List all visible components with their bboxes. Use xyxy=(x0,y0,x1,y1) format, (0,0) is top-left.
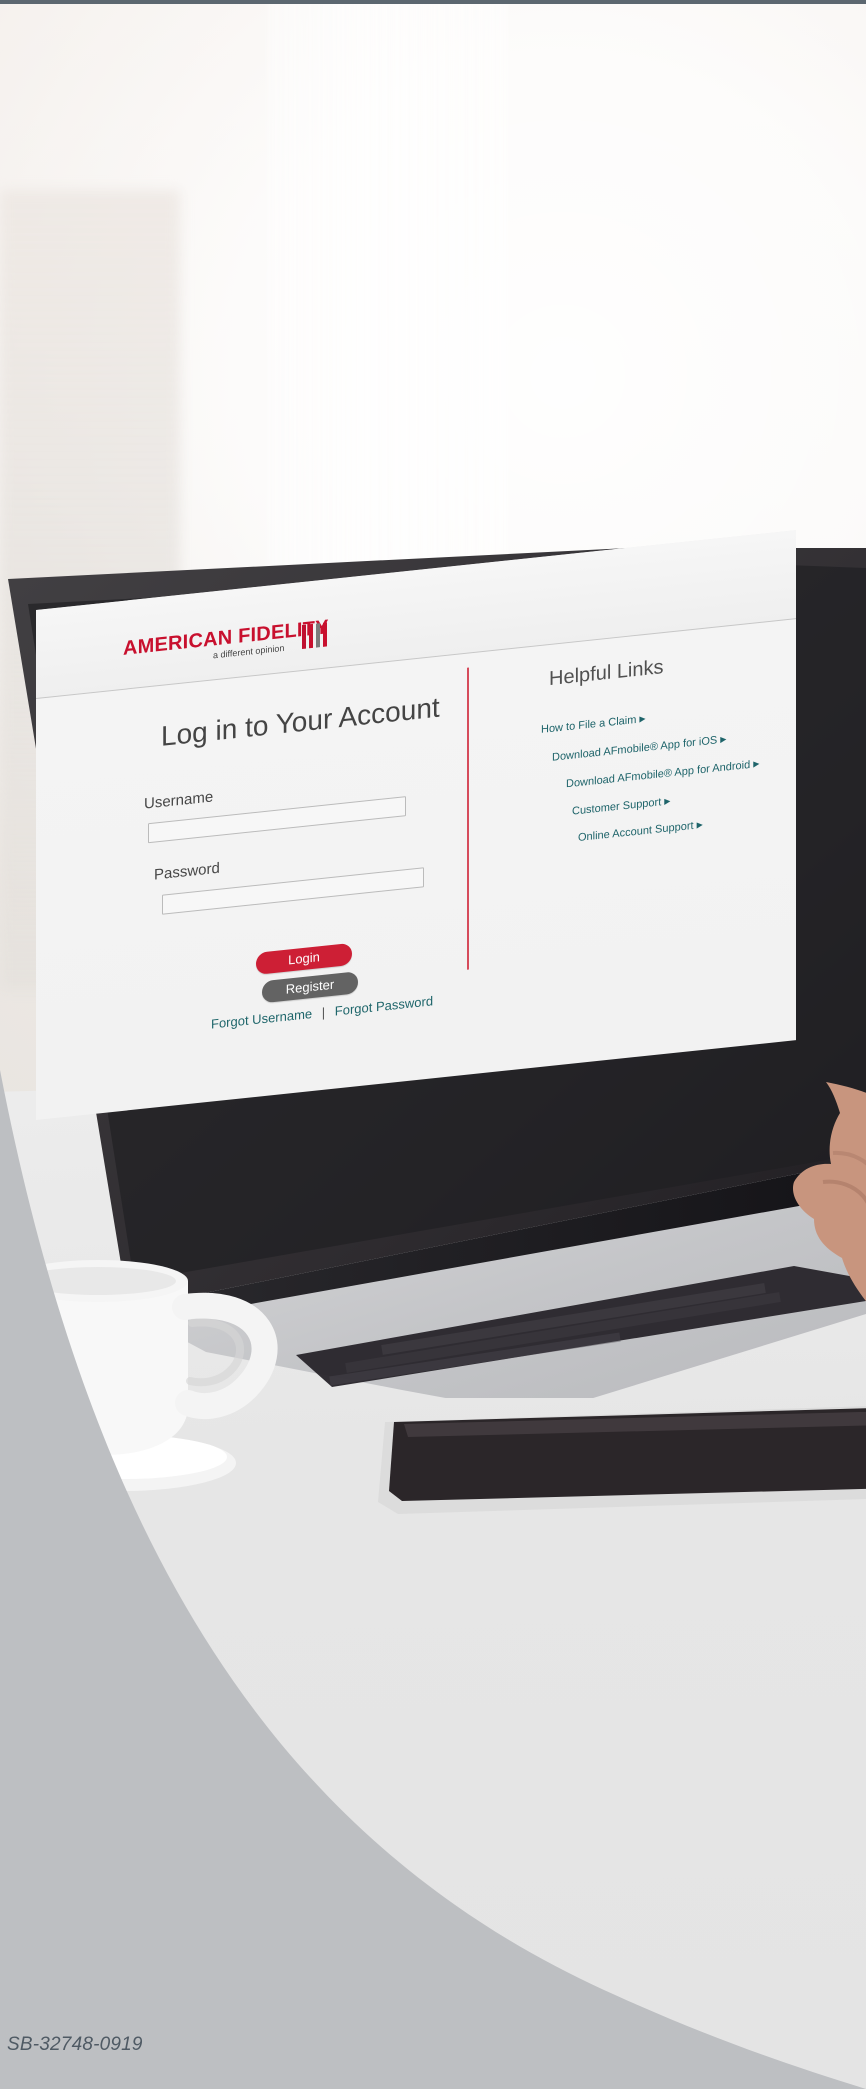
helpful-link-customer-support[interactable]: Customer Support ▶ xyxy=(572,795,670,817)
forgot-separator: | xyxy=(321,1004,326,1020)
document-code: SB-32748-0919 xyxy=(7,2034,143,2055)
forgot-password-link[interactable]: Forgot Password xyxy=(335,993,433,1018)
login-title: Log in to Your Account xyxy=(161,691,440,752)
forgot-username-link[interactable]: Forgot Username xyxy=(211,1006,312,1032)
helpful-links-title: Helpful Links xyxy=(549,656,664,691)
logo-stripe xyxy=(309,623,313,649)
helpful-link-label: Online Account Support xyxy=(578,819,694,845)
helpful-links-list: How to File a Claim ▶ Download AFmobile® … xyxy=(541,699,781,844)
login-button[interactable]: Login xyxy=(256,942,352,975)
arrow-right-icon: ▶ xyxy=(664,796,671,806)
helpful-link-ios[interactable]: Download AFmobile® App for iOS ▶ xyxy=(552,733,726,763)
forgot-links: Forgot Username | Forgot Password xyxy=(211,993,433,1031)
logo-stripe xyxy=(316,623,320,648)
helpful-link-online-account-support[interactable]: Online Account Support ▶ xyxy=(578,819,703,844)
brand-logo: AMERICAN FIDELITY a different opinion xyxy=(123,615,343,680)
logo-stripe xyxy=(323,622,327,647)
hand xyxy=(793,1082,866,1302)
top-strip xyxy=(0,0,866,4)
helpful-link-android[interactable]: Download AFmobile® App for Android ▶ xyxy=(566,758,759,790)
helpful-link-label: Download AFmobile® App for Android xyxy=(566,758,751,791)
photo-scene: AMERICAN FIDELITY a different opinion Lo… xyxy=(0,0,866,2089)
helpful-link-label: Customer Support xyxy=(572,796,662,818)
arrow-right-icon: ▶ xyxy=(639,713,646,724)
arrow-right-icon: ▶ xyxy=(753,758,760,769)
coffee-cup xyxy=(8,1260,278,1491)
password-label: Password xyxy=(154,859,220,884)
helpful-link-label: Download AFmobile® App for iOS xyxy=(552,734,718,764)
background-window-column xyxy=(268,0,508,580)
content-divider xyxy=(467,667,469,970)
arrow-right-icon: ▶ xyxy=(696,819,703,830)
arrow-right-icon: ▶ xyxy=(720,734,727,745)
stripes-logo-icon xyxy=(302,622,332,650)
helpful-link-file-claim[interactable]: How to File a Claim ▶ xyxy=(541,713,646,736)
username-label: Username xyxy=(144,788,214,813)
laptop-screen: AMERICAN FIDELITY a different opinion Lo… xyxy=(36,530,796,1120)
register-button[interactable]: Register xyxy=(262,971,358,1004)
logo-stripe xyxy=(302,624,306,650)
smartphone xyxy=(378,1406,866,1514)
helpful-link-label: How to File a Claim xyxy=(541,713,637,736)
